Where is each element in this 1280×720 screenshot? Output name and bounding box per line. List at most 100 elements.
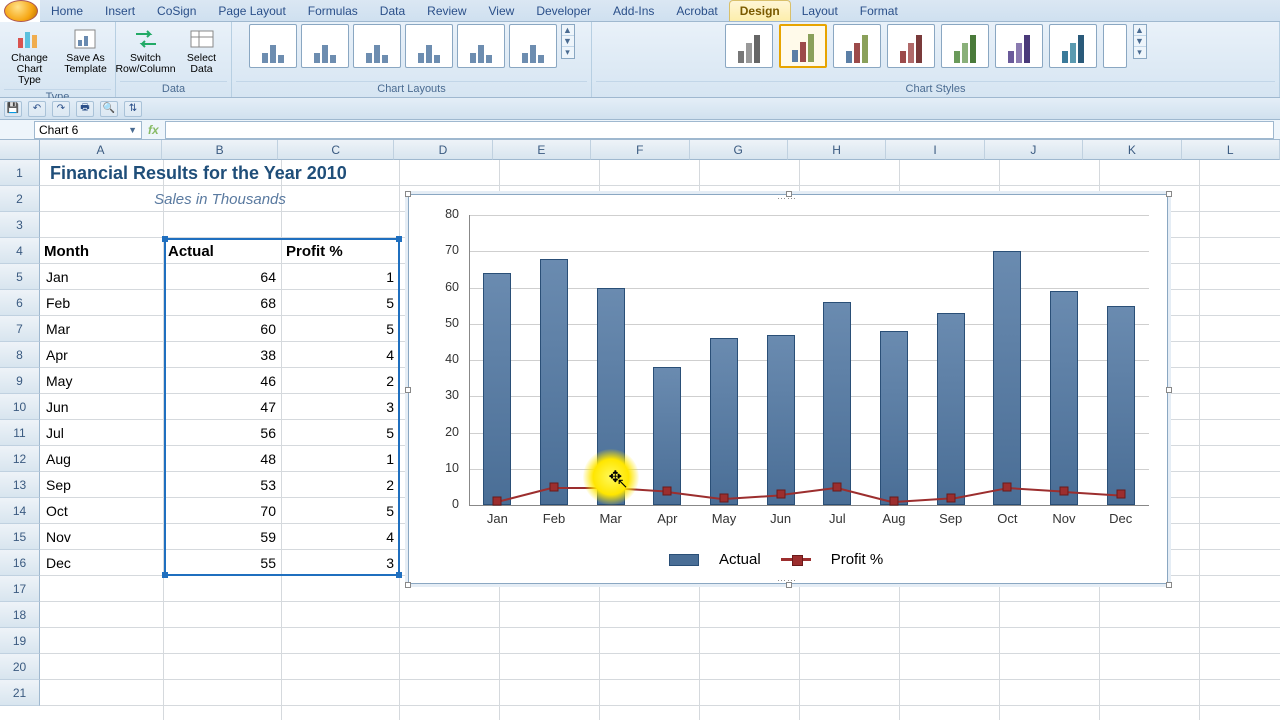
tab-home[interactable]: Home	[40, 0, 94, 21]
chart-style-thumb[interactable]	[941, 24, 989, 68]
col-header[interactable]: J	[985, 140, 1083, 160]
row-header[interactable]: 21	[0, 680, 40, 706]
row-header[interactable]: 5	[0, 264, 40, 290]
row-header[interactable]: 4	[0, 238, 40, 264]
switch-row-column-button[interactable]: Switch Row/Column	[120, 24, 172, 78]
chart-bar[interactable]	[1107, 306, 1135, 505]
tab-cosign[interactable]: CoSign	[146, 0, 207, 21]
tab-developer[interactable]: Developer	[525, 0, 602, 21]
chart-bar[interactable]	[653, 367, 681, 505]
row-header[interactable]: 14	[0, 498, 40, 524]
chart-line-marker[interactable]	[1003, 482, 1012, 491]
row-header[interactable]: 9	[0, 368, 40, 394]
tab-formulas[interactable]: Formulas	[297, 0, 369, 21]
chart-layout-thumb[interactable]	[509, 24, 557, 68]
preview-icon[interactable]: 🔍	[100, 101, 118, 117]
chart-line-marker[interactable]	[550, 482, 559, 491]
chart-line-marker[interactable]	[720, 493, 729, 502]
col-header[interactable]: H	[788, 140, 886, 160]
chart-style-thumb[interactable]	[995, 24, 1043, 68]
chart-bar[interactable]	[937, 313, 965, 505]
worksheet[interactable]: ABCDEFGHIJKL 123456789101112131415161718…	[0, 140, 1280, 720]
chart-style-thumb[interactable]	[779, 24, 827, 68]
tab-page-layout[interactable]: Page Layout	[207, 0, 296, 21]
cell-grid[interactable]: Financial Results for the Year 2010Sales…	[40, 160, 1280, 720]
chart-layout-thumb[interactable]	[405, 24, 453, 68]
col-header[interactable]: F	[591, 140, 689, 160]
chart-layout-thumb[interactable]	[301, 24, 349, 68]
chart-layout-thumb[interactable]	[457, 24, 505, 68]
row-header[interactable]: 1	[0, 160, 40, 186]
col-header[interactable]: I	[886, 140, 984, 160]
row-header[interactable]: 10	[0, 394, 40, 420]
chart-style-thumb[interactable]	[725, 24, 773, 68]
sort-icon[interactable]: ⇅	[124, 101, 142, 117]
selection-range[interactable]	[164, 238, 400, 576]
chart-bar[interactable]	[1050, 291, 1078, 505]
tab-layout[interactable]: Layout	[791, 0, 849, 21]
chart-line-marker[interactable]	[890, 497, 899, 506]
chart-line-marker[interactable]	[776, 490, 785, 499]
tab-add-ins[interactable]: Add-Ins	[602, 0, 665, 21]
chart-line-marker[interactable]	[1116, 490, 1125, 499]
chart-legend[interactable]: ActualProfit %	[669, 551, 883, 568]
chart-bar[interactable]	[993, 251, 1021, 505]
chart-style-thumb[interactable]	[1049, 24, 1097, 68]
col-header[interactable]: B	[162, 140, 278, 160]
row-header[interactable]: 17	[0, 576, 40, 602]
formula-input[interactable]	[165, 121, 1274, 139]
embedded-chart[interactable]: ⋯⋯⋯⋯01020304050607080JanFebMarAprMayJunJ…	[408, 194, 1168, 584]
tab-acrobat[interactable]: Acrobat	[665, 0, 728, 21]
row-header[interactable]: 15	[0, 524, 40, 550]
row-headers[interactable]: 123456789101112131415161718192021	[0, 160, 40, 706]
fx-icon[interactable]: fx	[148, 123, 159, 137]
office-orb[interactable]	[4, 0, 38, 22]
chart-style-thumb[interactable]	[833, 24, 881, 68]
chart-bar[interactable]	[710, 338, 738, 505]
row-header[interactable]: 19	[0, 628, 40, 654]
chart-resize-handle[interactable]	[1166, 191, 1172, 197]
row-header[interactable]: 8	[0, 342, 40, 368]
name-box-dropdown-icon[interactable]: ▼	[128, 125, 137, 135]
tab-review[interactable]: Review	[416, 0, 477, 21]
col-header[interactable]: E	[493, 140, 591, 160]
style-gallery-scroll[interactable]: ▲▼▾	[1133, 24, 1147, 59]
row-header[interactable]: 18	[0, 602, 40, 628]
undo-icon[interactable]: ↶	[28, 101, 46, 117]
chart-resize-handle[interactable]	[1166, 582, 1172, 588]
change-chart-type-button[interactable]: Change Chart Type	[4, 24, 56, 89]
col-header[interactable]: L	[1182, 140, 1280, 160]
row-header[interactable]: 7	[0, 316, 40, 342]
row-header[interactable]: 2	[0, 186, 40, 212]
print-icon[interactable]: 🖶	[76, 101, 94, 117]
chart-resize-handle[interactable]	[405, 191, 411, 197]
chart-line-marker[interactable]	[833, 482, 842, 491]
chart-line-marker[interactable]	[493, 497, 502, 506]
chart-resize-handle[interactable]	[1166, 387, 1172, 393]
chart-bar[interactable]	[823, 302, 851, 505]
col-header[interactable]: D	[394, 140, 492, 160]
save-as-template-button[interactable]: Save As Template	[60, 24, 112, 78]
row-header[interactable]: 16	[0, 550, 40, 576]
col-header[interactable]: K	[1083, 140, 1181, 160]
row-header[interactable]: 11	[0, 420, 40, 446]
chart-line-marker[interactable]	[1060, 486, 1069, 495]
row-header[interactable]: 3	[0, 212, 40, 238]
layout-gallery-scroll[interactable]: ▲▼▾	[561, 24, 575, 59]
row-header[interactable]: 6	[0, 290, 40, 316]
chart-bar[interactable]	[880, 331, 908, 505]
tab-view[interactable]: View	[478, 0, 526, 21]
col-header[interactable]: A	[40, 140, 162, 160]
chart-bar[interactable]	[540, 259, 568, 506]
col-header[interactable]: G	[690, 140, 788, 160]
chart-bar[interactable]	[597, 288, 625, 506]
tab-design[interactable]: Design	[729, 0, 791, 21]
chart-line-marker[interactable]	[606, 482, 615, 491]
column-headers[interactable]: ABCDEFGHIJKL	[40, 140, 1280, 160]
tab-format[interactable]: Format	[849, 0, 909, 21]
name-box[interactable]: Chart 6 ▼	[34, 121, 142, 139]
row-header[interactable]: 12	[0, 446, 40, 472]
select-all-corner[interactable]	[0, 140, 40, 160]
chart-bar[interactable]	[483, 273, 511, 505]
save-icon[interactable]: 💾	[4, 101, 22, 117]
